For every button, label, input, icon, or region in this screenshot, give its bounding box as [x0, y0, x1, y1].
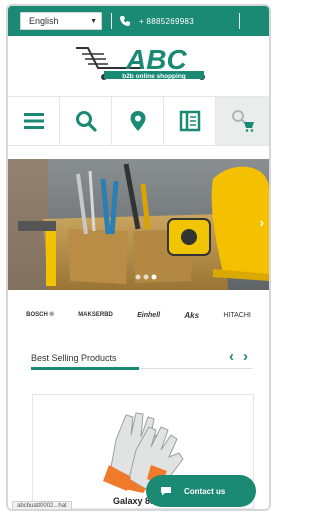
language-value: English [29, 16, 59, 26]
contact-us-label: Contact us [184, 486, 226, 496]
brand-logo[interactable]: HITACHI [223, 312, 250, 319]
book-icon [179, 110, 200, 132]
chat-icon [161, 487, 171, 496]
logo-tagline: b2b online shopping [122, 73, 186, 80]
location-button[interactable] [112, 97, 164, 145]
cart-icon [231, 110, 254, 132]
menu-button[interactable] [8, 97, 60, 145]
brand-strip: BOSCH ® MAKSERBD Einhell Aks HITACHI [8, 306, 269, 324]
chevron-left-icon[interactable]: ‹ [229, 348, 234, 365]
top-bar: English ▼ + 8885269983 [8, 6, 269, 36]
logo-text: ABC [125, 44, 187, 75]
contact-us-button[interactable]: Contact us [146, 475, 256, 507]
search-button[interactable] [60, 97, 112, 145]
phone-number[interactable]: + 8885269983 [139, 17, 194, 26]
chevron-right-icon[interactable]: › [243, 348, 248, 365]
hero-banner[interactable]: › [8, 159, 269, 290]
status-url: abcbuatt0002...hat [12, 501, 72, 509]
chevron-down-icon: ▼ [90, 17, 97, 25]
location-pin-icon [130, 111, 145, 131]
brand-logo[interactable]: MAKSERBD [78, 312, 113, 318]
brand-logo[interactable]: Einhell [137, 312, 160, 319]
catalog-button[interactable] [164, 97, 216, 145]
hero-image [8, 159, 269, 290]
cart-button[interactable] [216, 97, 269, 145]
menu-icon [23, 113, 44, 129]
phone-icon [120, 16, 130, 26]
chevron-right-icon[interactable]: › [260, 215, 264, 230]
brand-logo[interactable]: Aks [184, 311, 199, 320]
phone-frame: English ▼ + 8885269983 ABC b2b online sh… [6, 4, 271, 511]
best-selling-header: Best Selling Products ‹ › [31, 345, 253, 371]
divider [239, 13, 240, 29]
search-icon [75, 111, 97, 132]
language-select[interactable]: English ▼ [20, 12, 102, 30]
icon-navigation [8, 96, 269, 146]
section-title: Best Selling Products [31, 353, 117, 363]
site-logo[interactable]: ABC b2b online shopping [74, 44, 224, 90]
divider [111, 13, 112, 29]
brand-logo[interactable]: BOSCH ® [26, 312, 54, 318]
title-underline [31, 367, 139, 370]
